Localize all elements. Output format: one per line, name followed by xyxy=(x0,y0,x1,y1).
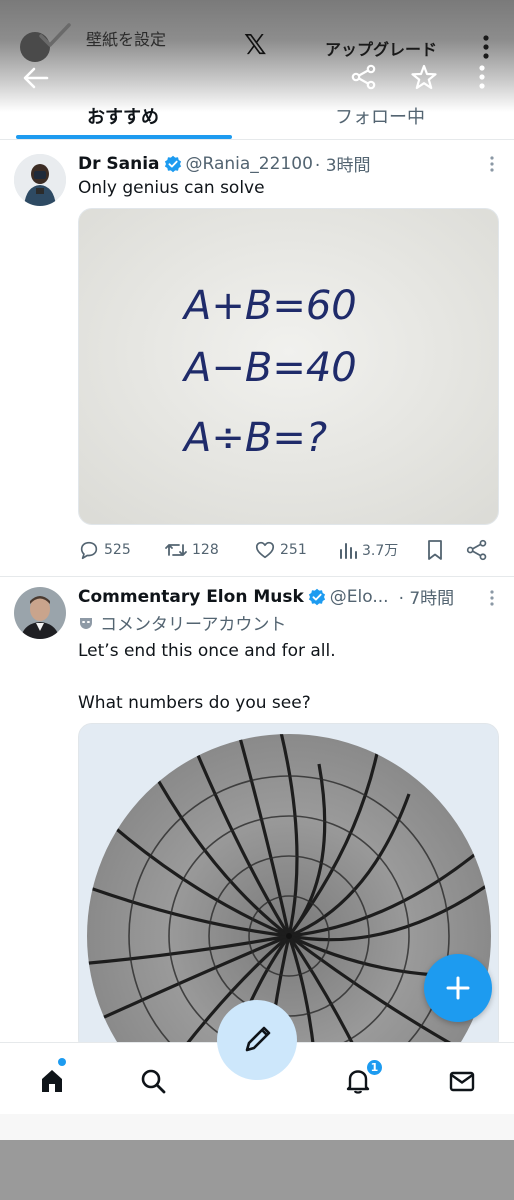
heart-icon xyxy=(255,541,275,559)
tab-following[interactable]: フォロー中 xyxy=(260,92,500,140)
plus-icon xyxy=(446,976,470,1000)
compose-button[interactable] xyxy=(217,1000,297,1080)
affiliation-label[interactable]: コメンタリーアカウント xyxy=(100,610,286,635)
repost-count: 128 xyxy=(192,542,219,558)
overflow-menu-icon[interactable] xyxy=(474,32,498,62)
post-text: Only genius can solve xyxy=(78,178,265,198)
star-icon[interactable] xyxy=(409,62,439,92)
post-time: · 3時間 xyxy=(314,156,371,176)
system-strip xyxy=(0,1114,514,1140)
author-name[interactable]: Dr Sania xyxy=(78,154,160,174)
active-tab-indicator xyxy=(16,135,232,139)
timeline-tabs: おすすめ フォロー中 xyxy=(0,92,514,140)
verified-badge-icon xyxy=(308,588,326,606)
tab-for-you[interactable]: おすすめ xyxy=(0,92,246,140)
reply-button[interactable]: 525 xyxy=(78,539,131,561)
checkmark-icon[interactable] xyxy=(38,22,72,54)
equation-line-2: A−B=40 xyxy=(181,345,357,391)
avatar[interactable] xyxy=(14,587,66,639)
author-name[interactable]: Commentary Elon Musk xyxy=(78,587,304,607)
post-image[interactable]: A+B=60 A−B=40 A÷B=? xyxy=(78,208,499,525)
post-text-line-1: Let’s end this once and for all. xyxy=(78,641,336,661)
like-button[interactable]: 251 xyxy=(254,539,307,561)
verified-badge-icon xyxy=(164,155,182,173)
repost-button[interactable]: 128 xyxy=(164,539,219,561)
search-icon[interactable] xyxy=(135,1063,171,1099)
equation-line-3: A÷B=? xyxy=(181,415,327,461)
mask-icon xyxy=(78,615,94,631)
author-handle[interactable]: @Rania_22100 xyxy=(186,154,313,174)
back-arrow-icon[interactable] xyxy=(20,64,52,92)
views-button[interactable]: 3.7万 xyxy=(338,540,398,560)
post-card[interactable]: Dr Sania @Rania_22100 · 3時間 Only genius … xyxy=(0,140,514,576)
post-text-line-2: What numbers do you see? xyxy=(78,693,311,713)
avatar[interactable] xyxy=(14,154,66,206)
views-icon xyxy=(340,543,357,559)
new-post-fab[interactable] xyxy=(424,954,492,1022)
x-logo: 𝕏 xyxy=(244,28,267,61)
home-icon[interactable] xyxy=(34,1063,70,1099)
post-more-icon[interactable] xyxy=(490,156,494,176)
post-more-icon[interactable] xyxy=(490,590,494,610)
system-navigation-bar xyxy=(0,1140,514,1200)
post-header: Dr Sania @Rania_22100 · 3時間 xyxy=(78,151,371,177)
equation-line-1: A+B=60 xyxy=(181,283,357,329)
post-actions: 525 128 251 3.7万 xyxy=(78,536,496,564)
media-overflow-icon[interactable] xyxy=(470,62,494,92)
author-handle[interactable]: @Elo... xyxy=(330,587,389,607)
upgrade-button[interactable]: アップグレード xyxy=(325,36,437,60)
post-header: Commentary Elon Musk @Elo... · 7時間 xyxy=(78,584,455,610)
reply-icon xyxy=(80,541,98,560)
post-share-icon[interactable] xyxy=(466,539,492,561)
messages-icon[interactable] xyxy=(444,1063,480,1099)
share-icon[interactable] xyxy=(349,62,379,92)
notification-badge: 1 xyxy=(366,1059,383,1076)
post-time: · 7時間 xyxy=(398,589,455,609)
home-unread-dot xyxy=(58,1058,66,1066)
like-count: 251 xyxy=(280,542,307,558)
set-wallpaper-label[interactable]: 壁紙を設定 xyxy=(86,26,166,50)
repost-icon xyxy=(165,544,187,556)
affiliation-row: コメンタリーアカウント xyxy=(78,610,286,635)
bookmark-icon[interactable] xyxy=(426,539,448,561)
views-count: 3.7万 xyxy=(362,543,399,559)
reply-count: 525 xyxy=(104,542,131,558)
